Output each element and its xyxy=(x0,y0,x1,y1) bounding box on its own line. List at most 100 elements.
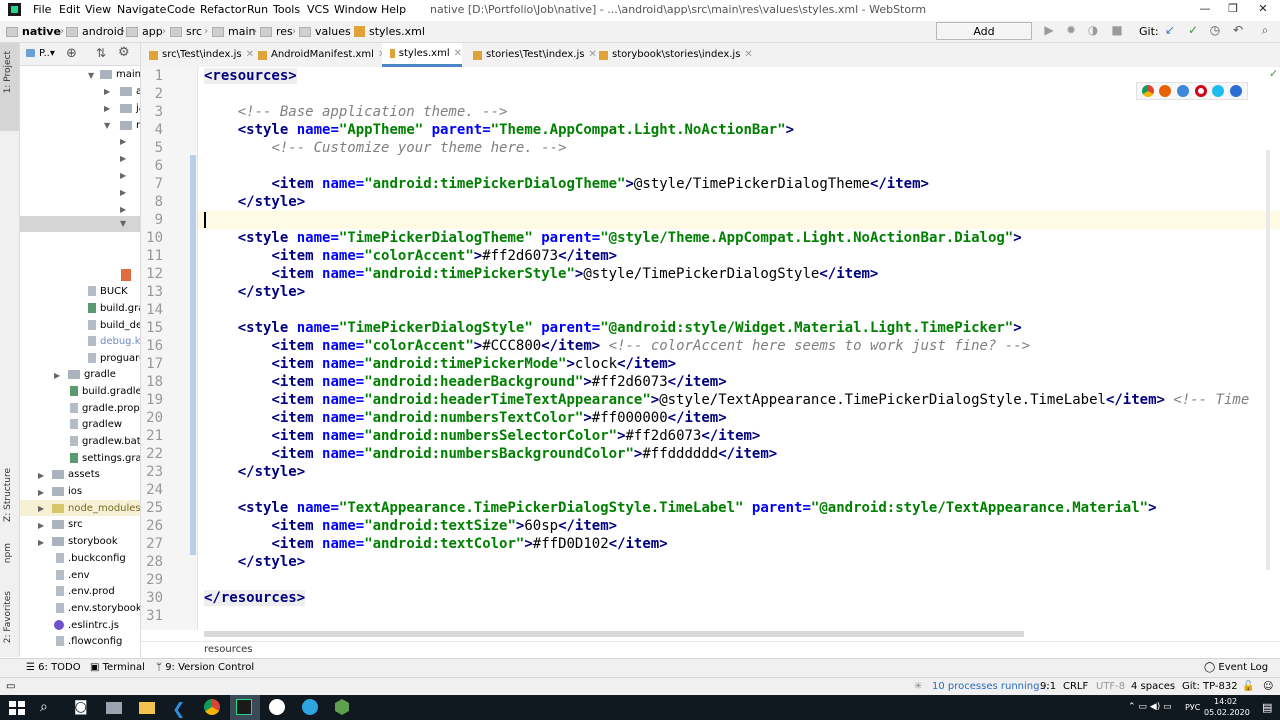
menu-run[interactable]: Run xyxy=(247,3,268,16)
history-icon[interactable]: ◷ xyxy=(1208,23,1222,37)
tree-item[interactable]: ja xyxy=(120,101,140,117)
menu-edit[interactable]: Edit xyxy=(59,3,80,16)
chevron-right-icon[interactable]: ▶ xyxy=(120,154,126,163)
chevron-right-icon[interactable]: ▶ xyxy=(38,471,44,480)
edge-icon[interactable] xyxy=(1230,85,1243,97)
project-tool-label[interactable]: 1: Project xyxy=(3,51,13,93)
slack-icon[interactable] xyxy=(269,699,287,717)
tab-styles-xml[interactable]: styles.xml ✕ xyxy=(382,43,462,67)
breadcrumb-main[interactable]: main xyxy=(212,24,255,39)
horizontal-scrollbar[interactable] xyxy=(204,631,1024,637)
webstorm-icon[interactable] xyxy=(236,699,254,717)
vertical-scrollbar[interactable] xyxy=(1266,150,1270,570)
locate-icon[interactable]: ⊕ xyxy=(66,46,77,61)
chevron-right-icon[interactable]: ▶ xyxy=(104,87,110,96)
firefox-icon[interactable] xyxy=(1159,85,1172,97)
tree-item-node-modules[interactable]: node_modules xyxy=(52,501,140,517)
breadcrumb-values[interactable]: values xyxy=(299,24,351,39)
tree-item-gradlew-bat[interactable]: gradlew.bat xyxy=(70,434,140,450)
tab-stories-test-index[interactable]: stories\Test\index.js ✕ xyxy=(473,43,597,67)
tree-item-build-gradle-root[interactable]: build.gradle xyxy=(70,384,140,400)
opera-icon[interactable] xyxy=(1194,85,1207,97)
chrome-icon[interactable] xyxy=(1141,85,1154,97)
tree-item-eslintrc[interactable]: .eslintrc.js xyxy=(54,618,119,634)
stop-icon[interactable]: ■ xyxy=(1110,23,1124,37)
maximize-icon[interactable]: ❐ xyxy=(1225,2,1241,16)
vscode-icon[interactable]: ❮ xyxy=(172,699,190,718)
terminal-tool-button[interactable]: ▣ Terminal xyxy=(90,662,145,673)
minimize-icon[interactable]: — xyxy=(1197,2,1213,16)
coverage-icon[interactable]: ◑ xyxy=(1086,23,1100,37)
ie-icon[interactable] xyxy=(1212,85,1225,97)
breadcrumb-styles-xml[interactable]: styles.xml xyxy=(354,24,425,39)
menu-vcs[interactable]: VCS xyxy=(307,3,329,16)
project-view-selector[interactable]: P..▾ xyxy=(26,48,55,59)
breadcrumb-src[interactable]: src xyxy=(170,24,202,39)
tree-item-env-prod[interactable]: .env.prod xyxy=(56,584,115,600)
folder-icon[interactable] xyxy=(139,699,157,717)
breadcrumb-res[interactable]: res xyxy=(260,24,293,39)
tree-item-buckconfig[interactable]: .buckconfig xyxy=(56,551,126,567)
windows-start-icon[interactable] xyxy=(7,699,25,717)
search-icon[interactable]: ⌕ xyxy=(1258,23,1272,37)
background-tasks[interactable]: 10 processes running... xyxy=(932,681,1049,692)
tree-item[interactable]: a xyxy=(120,84,140,100)
tab-storybook-stories-index[interactable]: storybook\stories\index.js ✕ xyxy=(599,43,753,67)
tree-item-gradle-properties[interactable]: gradle.prope xyxy=(70,401,140,417)
line-separator[interactable]: CRLF xyxy=(1063,681,1088,692)
menu-file[interactable]: File xyxy=(33,3,51,16)
lock-icon[interactable]: 🔓 xyxy=(1242,681,1254,692)
chevron-down-icon[interactable]: ▼ xyxy=(88,71,94,80)
caret-position[interactable]: 9:1 xyxy=(1040,681,1056,692)
breadcrumb-native[interactable]: native xyxy=(6,24,61,39)
close-icon[interactable]: ✕ xyxy=(744,43,752,67)
telegram-icon[interactable] xyxy=(302,699,320,717)
tree-item-gradle[interactable]: gradle xyxy=(68,367,116,383)
chevron-right-icon[interactable]: ▶ xyxy=(38,521,44,530)
file-explorer-icon[interactable] xyxy=(106,699,124,717)
event-log-tool-button[interactable]: ◯ Event Log xyxy=(1204,662,1268,673)
clock-time[interactable]: 14:02 xyxy=(1214,697,1237,706)
rollback-icon[interactable]: ↶ xyxy=(1231,23,1245,37)
tree-item-build-defs[interactable]: build_de xyxy=(88,318,140,334)
chevron-right-icon[interactable]: ▶ xyxy=(104,104,110,113)
safari-icon[interactable] xyxy=(1177,85,1190,97)
run-icon[interactable]: ▶ xyxy=(1042,23,1056,37)
settings-icon[interactable]: ⚙ xyxy=(118,45,130,60)
npm-tool-label[interactable]: npm xyxy=(3,543,13,563)
tree-item-buck[interactable]: BUCK xyxy=(88,284,128,300)
menu-tools[interactable]: Tools xyxy=(273,3,300,16)
clock-date[interactable]: 05.02.2020 xyxy=(1204,708,1250,717)
chevron-right-icon[interactable]: ▶ xyxy=(38,504,44,513)
todo-tool-button[interactable]: ☰ 6: TODO xyxy=(26,662,81,673)
chrome-icon[interactable] xyxy=(204,699,222,717)
file-encoding[interactable]: UTF-8 xyxy=(1096,681,1125,692)
tree-item-ios[interactable]: ios xyxy=(52,484,82,500)
menu-window[interactable]: Window xyxy=(334,3,377,16)
breadcrumb-resources[interactable]: resources xyxy=(204,644,252,655)
search-icon[interactable]: ⌕ xyxy=(40,699,58,717)
tree-item[interactable]: r xyxy=(120,118,140,134)
tab-src-test-index[interactable]: src\Test\index.js ✕ xyxy=(149,43,254,67)
menu-view[interactable]: View xyxy=(85,3,111,16)
chevron-right-icon[interactable]: ▶ xyxy=(38,488,44,497)
tree-item-flowconfig[interactable]: .flowconfig xyxy=(56,634,122,650)
chevron-right-icon[interactable]: ▶ xyxy=(120,137,126,146)
tree-item-main[interactable]: main xyxy=(100,67,140,83)
structure-tool-label[interactable]: Z: Structure xyxy=(3,468,13,522)
inspector-icon[interactable]: ☺ xyxy=(1263,681,1273,692)
tree-item-settings-gradle[interactable]: settings.grac xyxy=(70,451,140,467)
tree-item-storybook[interactable]: storybook xyxy=(52,534,118,550)
indent-setting[interactable]: 4 spaces xyxy=(1131,681,1175,692)
notifications-icon[interactable]: ▤ xyxy=(1262,701,1272,714)
tree-item-proguard[interactable]: proguarc xyxy=(88,351,140,367)
menu-help[interactable]: Help xyxy=(381,3,406,16)
collapse-icon[interactable]: ⇅ xyxy=(96,46,106,60)
breadcrumb-android[interactable]: android xyxy=(66,24,124,39)
menu-code[interactable]: Code xyxy=(167,3,195,16)
chevron-right-icon[interactable]: ▶ xyxy=(54,371,60,380)
chevron-right-icon[interactable]: ▶ xyxy=(120,188,126,197)
close-icon[interactable]: ✕ xyxy=(1255,2,1271,16)
close-icon[interactable]: ✕ xyxy=(588,43,596,67)
toggle-panels-icon[interactable]: ▭ xyxy=(6,681,15,692)
